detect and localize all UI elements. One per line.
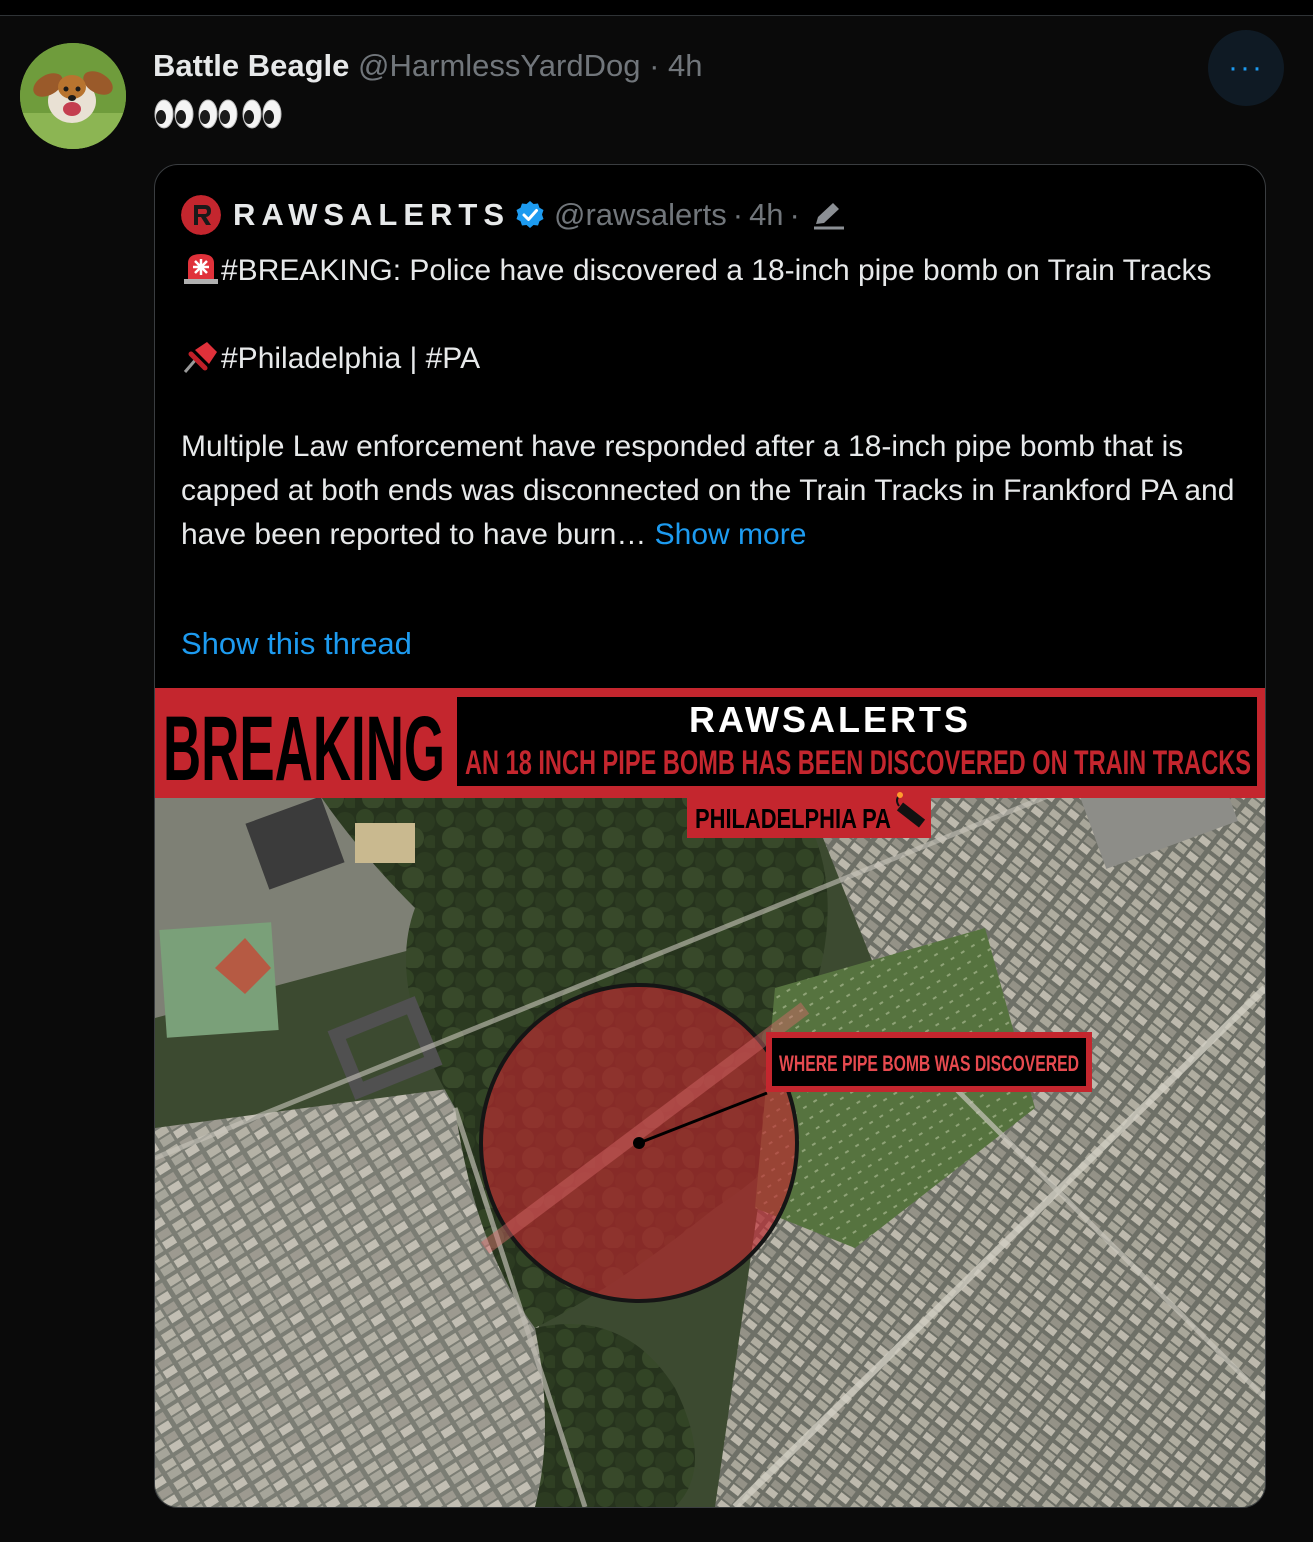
- banner-breaking: BREAKING: [163, 698, 445, 800]
- verified-badge-icon: [516, 201, 544, 228]
- show-thread-link[interactable]: Show this thread: [181, 622, 412, 666]
- quoted-tweet-header: RAWSALERTS @rawsalerts · 4h ·: [181, 193, 846, 237]
- breaking-news-map-image: WHERE PIPE BOMB WAS DISCOVERED BREAKING …: [155, 688, 1265, 1507]
- quoted-text-line-1: #BREAKING: Police have discovered a 18-i…: [221, 254, 1212, 287]
- more-icon: ···: [1228, 51, 1264, 84]
- more-options-button[interactable]: ···: [1208, 30, 1284, 106]
- tweet[interactable]: Battle Beagle @HarmlessYardDog · 4h ···: [0, 15, 1313, 1542]
- beagle-avatar-image: [20, 43, 126, 149]
- display-name[interactable]: Battle Beagle: [153, 48, 349, 83]
- quoted-tweet-image[interactable]: WHERE PIPE BOMB WAS DISCOVERED BREAKING …: [155, 688, 1265, 1507]
- siren-emoji-icon: [184, 254, 218, 284]
- eyes-emoji-icon: [198, 99, 238, 129]
- avatar[interactable]: [20, 43, 126, 149]
- edited-pencil-icon[interactable]: [812, 200, 846, 230]
- banner-headline: AN 18 INCH PIPE BOMB HAS BEEN DISCOVERED…: [465, 744, 1251, 782]
- eyes-emoji-icon: [154, 99, 194, 129]
- show-more-link[interactable]: Show more: [655, 518, 807, 551]
- tweet-body: [153, 96, 283, 132]
- quoted-timestamp[interactable]: 4h: [749, 197, 783, 233]
- callout-label: WHERE PIPE BOMB WAS DISCOVERED: [779, 1051, 1079, 1076]
- eyes-emoji-icon: [242, 99, 282, 129]
- separator: ·: [649, 48, 660, 83]
- quoted-text-line-2: #Philadelphia | #PA: [221, 342, 481, 375]
- quoted-handle[interactable]: @rawsalerts: [554, 197, 727, 233]
- separator: ·: [789, 197, 800, 232]
- tweet-header: Battle Beagle @HarmlessYardDog · 4h: [153, 46, 703, 86]
- pushpin-emoji-icon: [183, 342, 217, 373]
- separator: ·: [732, 197, 744, 232]
- location-label: PHILADELPHIA PA: [695, 803, 891, 834]
- rawsalerts-logo-icon[interactable]: [181, 195, 221, 235]
- quoted-tweet-text: #BREAKING: Police have discovered a 18-i…: [181, 249, 1245, 557]
- callout-box: WHERE PIPE BOMB WAS DISCOVERED: [766, 1032, 1092, 1092]
- quoted-display-name[interactable]: RAWSALERTS: [233, 197, 510, 233]
- handle[interactable]: @HarmlessYardDog: [358, 48, 640, 83]
- quoted-tweet[interactable]: RAWSALERTS @rawsalerts · 4h · #BREAKING:…: [154, 164, 1266, 1508]
- banner-brand: RAWSALERTS: [689, 699, 971, 740]
- timestamp[interactable]: 4h: [668, 48, 702, 83]
